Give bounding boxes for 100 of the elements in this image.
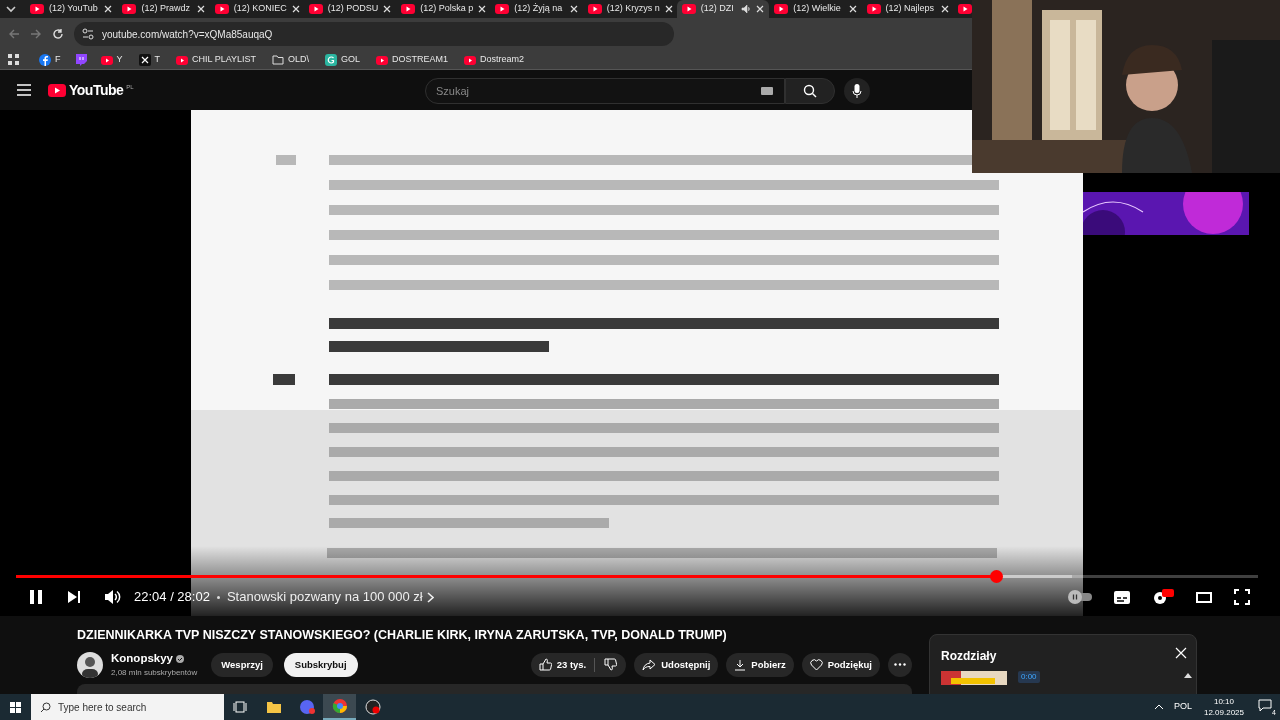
bookmark[interactable]: GOL xyxy=(323,52,363,67)
microphone-button[interactable] xyxy=(844,78,870,104)
search-field[interactable]: Szukaj xyxy=(425,78,785,104)
volume-icon[interactable] xyxy=(104,589,122,605)
browser-tab[interactable]: (12) KONIEC xyxy=(209,0,304,18)
tab-title: (12) PODSU xyxy=(327,2,379,16)
youtube-icon xyxy=(681,2,696,16)
notifications-icon[interactable] xyxy=(1258,699,1272,712)
video-title: DZIENNIKARKA TVP NISZCZY STANOWSKIEGO? (CHARLIE KIRK, IRYNA ZARUTSKA, TVP, DONALD TRUMP) xyxy=(77,627,727,644)
subtitles-icon[interactable] xyxy=(1114,590,1130,604)
search-icon xyxy=(40,701,51,713)
search-icon xyxy=(803,84,817,98)
browser-tab[interactable]: (12) YouTub xyxy=(25,0,118,18)
task-view-icon[interactable] xyxy=(232,699,249,715)
site-settings-icon xyxy=(82,28,94,40)
browser-tab[interactable]: (12) Kryzys n xyxy=(582,0,677,18)
more-button[interactable] xyxy=(888,652,912,677)
share-button[interactable]: Udostępnij xyxy=(634,652,719,677)
channel-avatar[interactable] xyxy=(77,651,103,678)
chat-app-icon[interactable] xyxy=(298,699,315,715)
tab-title: (12) Polska p xyxy=(420,2,474,16)
chapter-time[interactable]: 0:00 xyxy=(1018,671,1040,683)
recorder-icon[interactable] xyxy=(364,699,381,715)
close-icon[interactable] xyxy=(940,5,949,13)
youtube-icon xyxy=(774,2,789,16)
chevron-up-icon[interactable] xyxy=(1153,704,1164,710)
heart-icon xyxy=(809,658,823,671)
subscribe-button[interactable]: Subskrybuj xyxy=(283,652,358,677)
browser-icon[interactable] xyxy=(331,698,348,714)
youtube-icon xyxy=(401,2,416,16)
youtube-icon xyxy=(100,53,113,66)
fullscreen-icon[interactable] xyxy=(1234,589,1250,605)
clock-date[interactable]: 12.09.2025 xyxy=(1203,707,1244,718)
windows-icon[interactable] xyxy=(10,701,21,713)
youtube-icon xyxy=(376,53,389,66)
scroll-up-icon[interactable] xyxy=(1184,673,1192,678)
browser-tab[interactable]: (12) Żyją na xyxy=(490,0,583,18)
bookmark[interactable]: CHIL PLAYLIST xyxy=(174,52,259,67)
reload-icon[interactable] xyxy=(52,28,64,40)
bookmark[interactable]: DOSTREAM1 xyxy=(374,52,451,67)
close-icon[interactable] xyxy=(104,5,113,13)
close-icon[interactable] xyxy=(848,5,857,13)
youtube-icon xyxy=(866,2,881,16)
youtube-icon xyxy=(176,53,188,66)
taskbar-search[interactable]: Type here to search xyxy=(31,694,224,720)
back-icon[interactable] xyxy=(8,28,20,40)
browser-tab[interactable]: (12) DZI xyxy=(676,0,770,18)
download-icon xyxy=(734,658,747,671)
tab-title: (12) YouTub xyxy=(49,2,99,16)
settings-icon[interactable] xyxy=(1152,589,1174,605)
tab-title: (12) Najleps xyxy=(885,2,936,16)
bookmark[interactable]: Y xyxy=(98,52,125,67)
folder-icon xyxy=(272,53,285,66)
support-button[interactable]: Wesprzyj xyxy=(211,652,273,677)
forward-icon[interactable] xyxy=(30,28,42,40)
thanks-button[interactable]: Podziękuj xyxy=(801,652,880,677)
search-button[interactable] xyxy=(785,78,835,104)
tab-title: (12) Żyją na xyxy=(514,2,564,16)
youtube-icon xyxy=(122,2,137,16)
next-icon[interactable] xyxy=(66,589,82,605)
close-icon[interactable] xyxy=(664,5,673,13)
bookmark[interactable]: F xyxy=(37,52,63,67)
thumbs-up-icon xyxy=(538,658,552,672)
bookmark[interactable]: T xyxy=(136,52,162,67)
tab-title: (12) Kryzys n xyxy=(606,2,660,16)
menu-icon[interactable] xyxy=(16,83,32,97)
tab-title: (12) Prawdz xyxy=(141,2,191,16)
youtube-icon xyxy=(495,2,510,16)
close-icon[interactable] xyxy=(569,5,578,13)
close-icon[interactable] xyxy=(196,5,205,13)
address-bar[interactable]: youtube.com/watch?v=xQMa85auqaQ xyxy=(74,22,674,46)
browser-tab[interactable]: (12) Najleps xyxy=(861,0,954,18)
youtube-logo[interactable]: YouTube $^{PL}$ xyxy=(48,79,134,101)
chat-bubble-icon[interactable] xyxy=(74,53,87,66)
folder-icon[interactable] xyxy=(265,699,282,715)
close-icon[interactable] xyxy=(383,5,392,13)
microphone-icon xyxy=(852,84,862,98)
apps-grid-icon[interactable] xyxy=(8,54,19,65)
youtube-icon xyxy=(587,2,602,16)
browser-tab[interactable]: (12) Polska p xyxy=(396,0,491,18)
facebook-icon xyxy=(39,53,51,66)
youtube-icon xyxy=(30,2,44,16)
tab-title: (12) KONIEC xyxy=(233,2,287,16)
more-icon xyxy=(894,663,906,667)
close-icon[interactable] xyxy=(478,5,487,13)
bookmark[interactable]: OLD\ xyxy=(270,52,312,67)
browser-tab[interactable]: (12) Prawdz xyxy=(117,0,210,18)
close-icon[interactable] xyxy=(291,5,300,13)
browser-tab[interactable]: (12) PODSU xyxy=(303,0,397,18)
language-indicator[interactable]: POL xyxy=(1173,700,1192,714)
download-button[interactable]: Pobierz xyxy=(726,652,794,677)
close-icon[interactable] xyxy=(756,5,765,13)
pause-icon[interactable] xyxy=(28,589,44,605)
youtube-icon xyxy=(464,53,477,66)
browser-tab[interactable]: (12) Wielkie xyxy=(769,0,862,18)
channel-name[interactable]: Konopskyy xyxy=(111,650,173,668)
clock-time[interactable]: 10:10 xyxy=(1213,696,1234,707)
theater-mode-icon[interactable] xyxy=(1196,591,1212,603)
bookmark[interactable]: Dostream2 xyxy=(462,52,527,67)
share-arrow-icon xyxy=(642,658,657,671)
